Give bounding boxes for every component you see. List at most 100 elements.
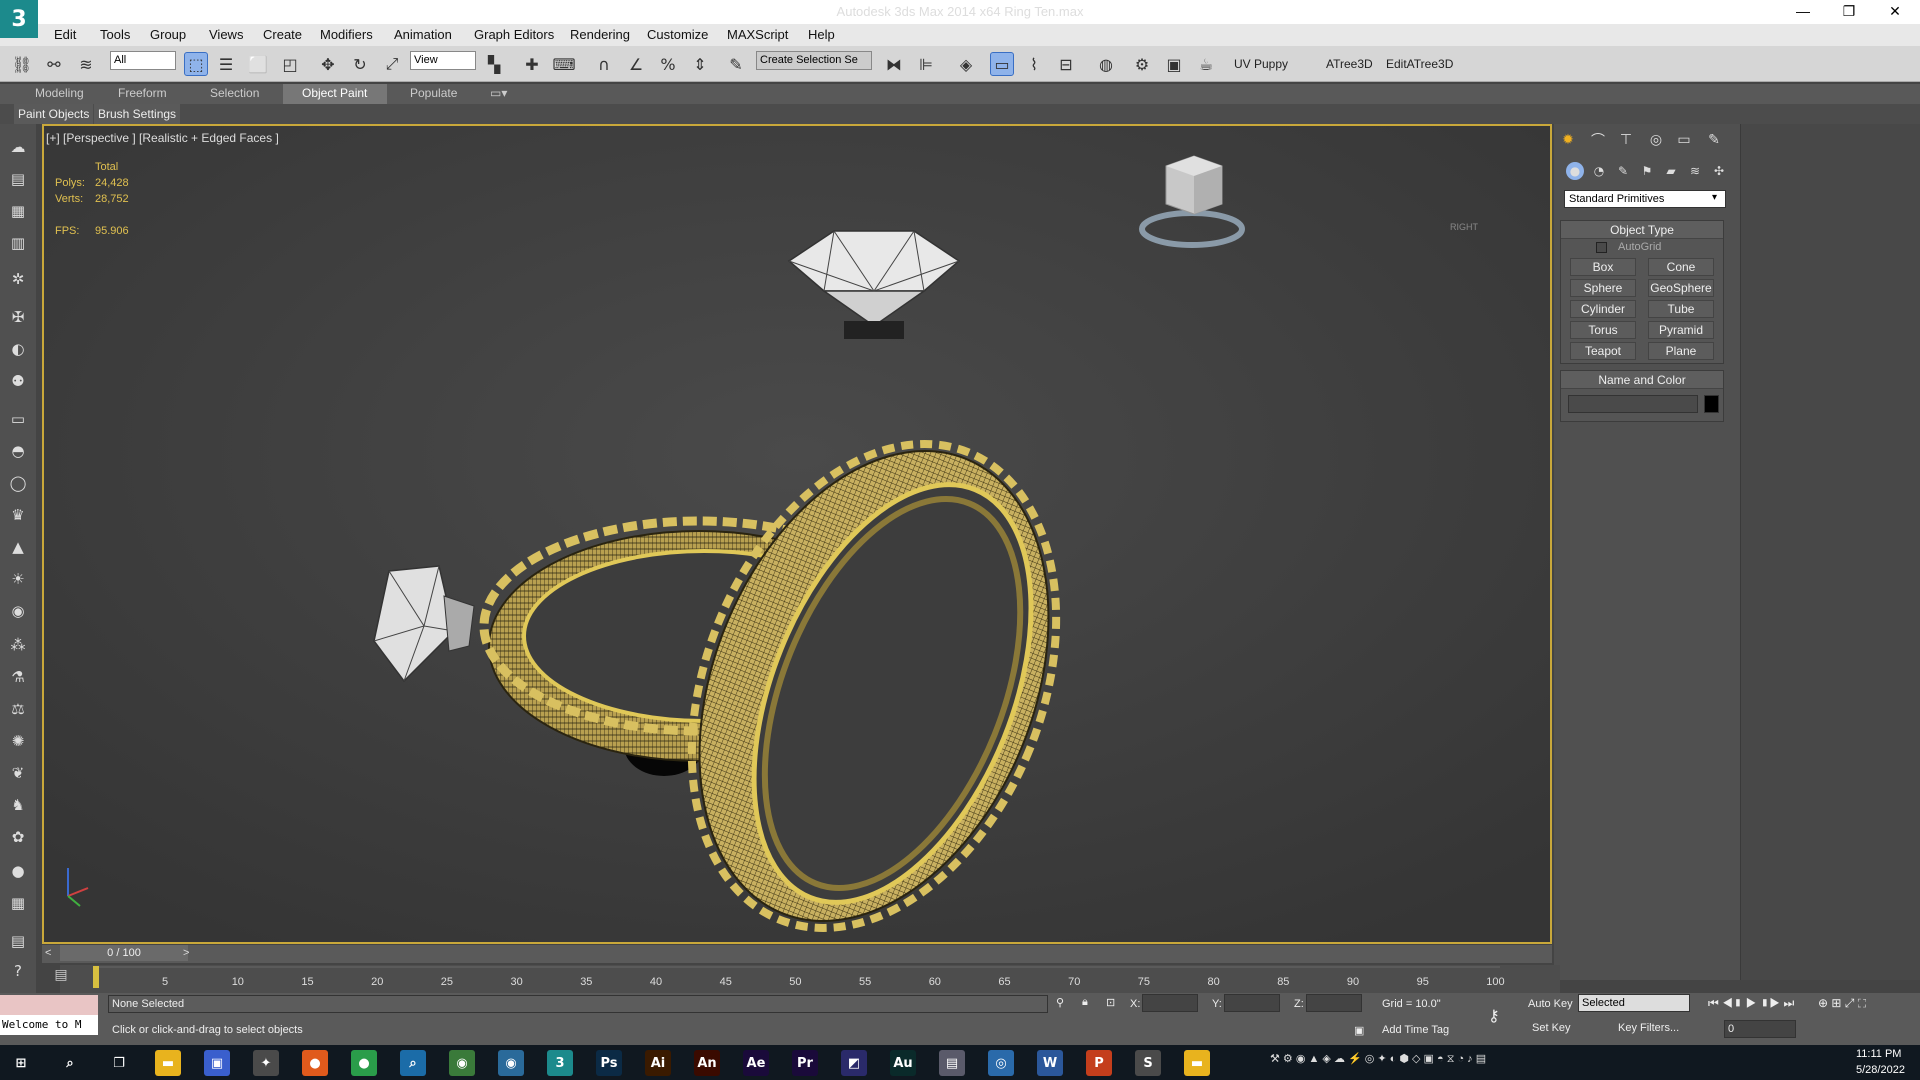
- animate-icon[interactable]: An: [694, 1050, 720, 1076]
- snaps-toggle-icon[interactable]: ∩: [592, 52, 616, 76]
- toolbar-icon[interactable]: ◐: [7, 338, 29, 360]
- autogrid-checkbox[interactable]: [1596, 242, 1607, 253]
- align-icon[interactable]: ⊫: [914, 52, 938, 76]
- set-key-button[interactable]: Set Key: [1532, 1022, 1571, 1034]
- percent-snap-icon[interactable]: %: [656, 52, 680, 76]
- tube-button[interactable]: Tube: [1648, 300, 1714, 318]
- task-view-icon[interactable]: ❐: [106, 1050, 132, 1076]
- spinner-snap-icon[interactable]: ⇕: [688, 52, 712, 76]
- viewport-nav-controls[interactable]: ⊕ ⊞ ⤢ ⛶: [1818, 996, 1866, 1011]
- tab-populate[interactable]: Populate: [410, 86, 457, 100]
- z-coord-field[interactable]: [1306, 994, 1362, 1012]
- layer-manager-icon[interactable]: ◈: [954, 52, 978, 76]
- toolbar-icon[interactable]: ▦: [7, 892, 29, 914]
- toolbar-icon[interactable]: ✺: [7, 730, 29, 752]
- angle-snap-icon[interactable]: ∠: [624, 52, 648, 76]
- edit-atree3d-button[interactable]: EditATree3D: [1386, 57, 1453, 71]
- chevron-down-icon[interactable]: ▾: [1712, 192, 1717, 203]
- sphere-button[interactable]: Sphere: [1570, 279, 1636, 297]
- torus-button[interactable]: Torus: [1570, 321, 1636, 339]
- lights-icon[interactable]: ✎: [1614, 162, 1632, 180]
- toolbar-icon[interactable]: ●: [7, 860, 29, 882]
- scale-icon[interactable]: ⤢: [380, 52, 404, 76]
- systems-icon[interactable]: ✣: [1710, 162, 1728, 180]
- cylinder-button[interactable]: Cylinder: [1570, 300, 1636, 318]
- firefox-icon[interactable]: ●: [302, 1050, 328, 1076]
- toolbar-icon[interactable]: ◉: [7, 600, 29, 622]
- toolbar-icon[interactable]: ▤: [7, 930, 29, 952]
- menu-group[interactable]: Group: [150, 27, 186, 42]
- toolbar-icon[interactable]: ▭: [7, 408, 29, 430]
- 3dsmax-icon[interactable]: 3: [547, 1050, 573, 1076]
- geometry-icon[interactable]: ●: [1566, 162, 1584, 180]
- brush-settings-panel[interactable]: Brush Settings: [94, 104, 181, 124]
- menu-graph-editors[interactable]: Graph Editors: [474, 27, 554, 42]
- box-button[interactable]: Box: [1570, 258, 1636, 276]
- folder-icon[interactable]: ▬: [1184, 1050, 1210, 1076]
- menu-modifiers[interactable]: Modifiers: [320, 27, 373, 42]
- tab-freeform[interactable]: Freeform: [118, 86, 167, 100]
- reference-coordinate-dropdown[interactable]: View: [410, 51, 476, 70]
- rendered-frame-window-icon[interactable]: ▣: [1162, 52, 1186, 76]
- move-icon[interactable]: ✥: [316, 52, 340, 76]
- display-tab-icon[interactable]: ▭: [1674, 130, 1694, 150]
- lock-icon[interactable]: 🔒︎: [1082, 996, 1088, 1009]
- maxscript-listener-top[interactable]: [0, 995, 98, 1015]
- ribbon-toggle-icon[interactable]: ▭: [990, 52, 1014, 76]
- auto-key-button[interactable]: Auto Key: [1528, 998, 1573, 1010]
- named-selection-dropdown[interactable]: Create Selection Se: [756, 51, 872, 70]
- key-icon[interactable]: ⚷: [1488, 1006, 1500, 1026]
- render-production-icon[interactable]: ☕: [1194, 52, 1218, 76]
- key-filters-button[interactable]: Key Filters...: [1618, 1022, 1679, 1034]
- viewport-label[interactable]: [+] [Perspective ] [Realistic + Edged Fa…: [46, 131, 279, 145]
- illustrator-icon[interactable]: Ai: [645, 1050, 671, 1076]
- space-warps-icon[interactable]: ≋: [1686, 162, 1704, 180]
- pyramid-button[interactable]: Pyramid: [1648, 321, 1714, 339]
- app-logo-icon[interactable]: 3: [0, 0, 38, 38]
- hierarchy-tab-icon[interactable]: ⊤: [1616, 130, 1636, 150]
- select-object-icon[interactable]: ⬚: [184, 52, 208, 76]
- keyboard-shortcut-icon[interactable]: ⌨: [552, 52, 576, 76]
- menu-maxscript[interactable]: MAXScript: [727, 27, 788, 42]
- toolbar-icon[interactable]: ☁: [7, 136, 29, 158]
- word-icon[interactable]: W: [1037, 1050, 1063, 1076]
- next-frame-icon[interactable]: >: [183, 947, 189, 959]
- close-button[interactable]: ✕: [1872, 0, 1918, 24]
- toolbar-icon[interactable]: ♞: [7, 794, 29, 816]
- atree3d-button[interactable]: ATree3D: [1326, 57, 1373, 71]
- premiere-icon[interactable]: Pr: [792, 1050, 818, 1076]
- time-slider[interactable]: [42, 945, 1552, 963]
- time-marker[interactable]: [93, 966, 99, 988]
- time-tag-icon[interactable]: ▣: [1354, 1024, 1364, 1037]
- material-editor-icon[interactable]: ◍: [1094, 52, 1118, 76]
- toolbar-icon[interactable]: ▤: [7, 168, 29, 190]
- minimize-button[interactable]: —: [1780, 0, 1826, 24]
- menu-tools[interactable]: Tools: [100, 27, 130, 42]
- toolbar-icon[interactable]: ⚗: [7, 666, 29, 688]
- toolbar-icon[interactable]: ✲: [7, 268, 29, 290]
- powerpoint-icon[interactable]: P: [1086, 1050, 1112, 1076]
- help-icon[interactable]: ?: [7, 960, 29, 982]
- cone-button[interactable]: Cone: [1648, 258, 1714, 276]
- motion-tab-icon[interactable]: ◎: [1646, 130, 1666, 150]
- select-by-name-icon[interactable]: ☰: [214, 52, 238, 76]
- search-icon[interactable]: ⌕: [57, 1050, 83, 1076]
- cameras-icon[interactable]: ⚑: [1638, 162, 1656, 180]
- toolbar-icon[interactable]: ❦: [7, 762, 29, 784]
- modify-tab-icon[interactable]: ⌒: [1588, 130, 1608, 150]
- system-tray-icons[interactable]: ⚒ ⚙ ◉ ▲ ◈ ☁ ⚡ ◎ ✦ ◐ ⬢ ◇ ▣ ◓ ⧖ ◔ ♪ ▤: [1270, 1052, 1486, 1066]
- toolbar-icon[interactable]: ▥: [7, 232, 29, 254]
- rectangular-selection-icon[interactable]: ⬜: [246, 52, 270, 76]
- geosphere-button[interactable]: GeoSphere: [1648, 279, 1714, 297]
- absolute-mode-icon[interactable]: ⊡: [1106, 996, 1115, 1009]
- menu-create[interactable]: Create: [263, 27, 302, 42]
- time-slider-thumb[interactable]: 0 / 100: [60, 945, 188, 961]
- menu-customize[interactable]: Customize: [647, 27, 708, 42]
- playback-controls[interactable]: ⏮ ◀▮ ▶ ▮▶ ⏭: [1708, 996, 1794, 1011]
- tab-selection[interactable]: Selection: [210, 86, 259, 100]
- plane-button[interactable]: Plane: [1648, 342, 1714, 360]
- menu-edit[interactable]: Edit: [54, 27, 76, 42]
- category-dropdown[interactable]: Standard Primitives: [1564, 190, 1726, 208]
- menu-animation[interactable]: Animation: [394, 27, 452, 42]
- shapes-icon[interactable]: ◔: [1590, 162, 1608, 180]
